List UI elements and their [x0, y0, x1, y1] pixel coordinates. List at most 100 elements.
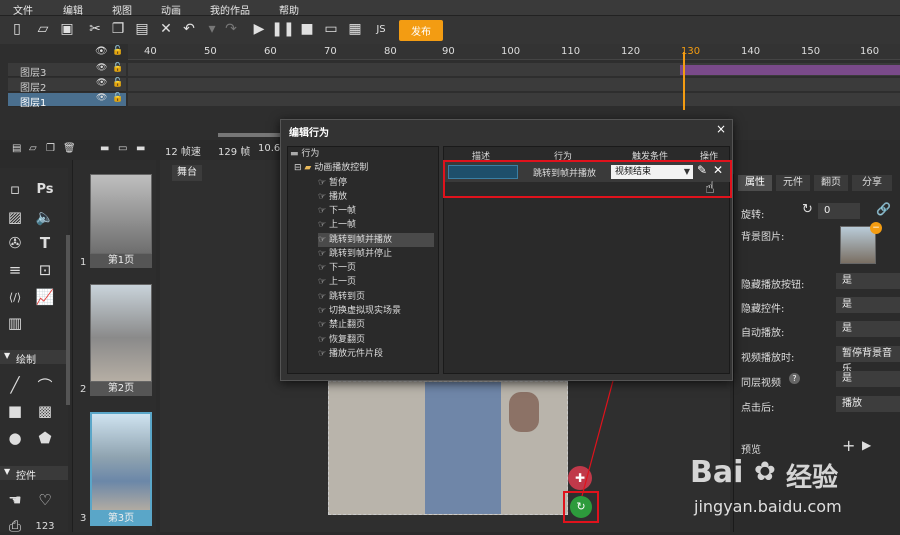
layer-track[interactable]	[128, 78, 900, 92]
copy-layer-icon[interactable]: ❐	[46, 143, 55, 154]
tree-item[interactable]: ☞ 跳转到页	[318, 290, 365, 304]
tool-panel-scrollbar[interactable]	[66, 235, 70, 405]
code-icon[interactable]: ⟨/⟩	[6, 288, 24, 306]
paste-icon[interactable]: ▤	[133, 20, 151, 38]
eye-icon[interactable]: 👁	[96, 78, 107, 88]
image-icon[interactable]: ▨	[6, 208, 24, 226]
play-icon[interactable]: ▶	[250, 20, 268, 38]
eye-icon[interactable]: 👁	[96, 63, 107, 73]
circle-icon[interactable]: ●	[6, 429, 24, 447]
menu-animation[interactable]: 动画	[161, 2, 181, 17]
help-icon[interactable]: ?	[789, 373, 800, 384]
rectangle-icon[interactable]: ■	[6, 402, 24, 420]
delete-icon[interactable]: ✕	[157, 20, 175, 38]
tab-components[interactable]: 元件	[776, 175, 810, 191]
section-controls[interactable]: ▼ 控件	[0, 466, 68, 482]
tree-item[interactable]: ☞ 跳转到帧并停止	[318, 247, 392, 261]
lock-icon[interactable]: 🔓	[112, 78, 123, 88]
tab-pageflip[interactable]: 翻页	[814, 175, 848, 191]
stage-tab[interactable]: 舞台	[172, 165, 202, 181]
align-icon[interactable]: ≡	[6, 261, 24, 279]
tab-properties[interactable]: 属性	[738, 175, 772, 191]
undo-icon[interactable]: ↶	[180, 20, 198, 38]
text-icon[interactable]: T	[36, 234, 54, 252]
frame-icon[interactable]: ▬	[100, 143, 109, 154]
tree-item[interactable]: ☞ 下一帧	[318, 204, 356, 218]
lock-icon[interactable]: 🔓	[112, 46, 123, 56]
layer-row-1[interactable]: 图层1 👁 🔓	[8, 93, 126, 109]
tree-root[interactable]: ▬ 行为	[290, 147, 319, 161]
layer-row-3[interactable]: 图层3 👁 🔓	[8, 63, 126, 79]
rounded-rect-icon[interactable]: ▩	[36, 402, 54, 420]
page-thumb-3[interactable]: 第3页	[90, 412, 152, 526]
js-icon[interactable]: JS	[372, 20, 390, 38]
play-icon[interactable]: ▶	[862, 438, 871, 452]
prop-value[interactable]: 是	[836, 321, 900, 337]
pentagon-icon[interactable]: ⬟	[36, 429, 54, 447]
copy-icon[interactable]: ❐	[109, 20, 127, 38]
frame-icon[interactable]: ▬	[136, 143, 145, 154]
cut-icon[interactable]: ✂	[86, 20, 104, 38]
playhead[interactable]	[683, 52, 685, 110]
eye-icon[interactable]: 👁	[96, 93, 107, 103]
tree-group[interactable]: ⊟ ▰ 动画播放控制	[294, 161, 368, 175]
pointer-icon[interactable]: ▫	[6, 180, 24, 198]
eye-icon[interactable]: 👁	[95, 46, 108, 57]
layer-track[interactable]	[128, 63, 900, 77]
new-file-icon[interactable]: ▯	[8, 20, 26, 38]
tree-item[interactable]: ☞ 切换虚拟现实场景	[318, 304, 401, 318]
curve-icon[interactable]: ⌒	[36, 376, 54, 395]
slideshow-icon[interactable]: ⊡	[36, 261, 54, 279]
prop-value[interactable]: 是	[836, 273, 900, 289]
rotate-icon[interactable]: ↻	[802, 202, 813, 217]
layer-track[interactable]	[128, 93, 900, 107]
film-reel-icon[interactable]: ✇	[6, 234, 24, 252]
remove-icon[interactable]: −	[870, 222, 882, 234]
add-icon[interactable]: +	[842, 436, 855, 455]
undo-dropdown-icon[interactable]: ▾	[203, 20, 221, 38]
tree-item[interactable]: ☞ 恢复翻页	[318, 333, 365, 347]
sound-icon[interactable]: 🔈	[36, 208, 55, 226]
folder-icon[interactable]: ▱	[29, 143, 37, 154]
lock-icon[interactable]: 🔓	[112, 63, 123, 73]
menu-file[interactable]: 文件	[13, 2, 33, 17]
rotation-input[interactable]: 0	[818, 203, 860, 219]
ps-icon[interactable]: Ps	[36, 180, 54, 198]
tree-item[interactable]: ☞ 播放	[318, 190, 347, 204]
tree-item-selected[interactable]: ☞ 跳转到帧并播放	[318, 233, 434, 247]
menu-view[interactable]: 视图	[112, 2, 132, 17]
lock-icon[interactable]: 🔓	[112, 93, 123, 103]
layer-row-2[interactable]: 图层2 👁 🔓	[8, 78, 126, 94]
save-icon[interactable]: ▣	[58, 20, 76, 38]
stage-canvas[interactable]	[328, 381, 568, 515]
menu-edit[interactable]: 编辑	[63, 2, 83, 17]
open-folder-icon[interactable]: ▱	[34, 20, 52, 38]
tree-item[interactable]: ☞ 上一页	[318, 275, 356, 289]
page-thumb-1[interactable]: 第1页	[90, 174, 152, 268]
hand-icon[interactable]: ☚	[6, 491, 24, 509]
qrcode-icon[interactable]: ▦	[346, 20, 364, 38]
page-thumb-2[interactable]: 第2页	[90, 284, 152, 396]
tree-item[interactable]: ☞ 下一页	[318, 261, 356, 275]
pause-icon[interactable]: ❚❚	[271, 20, 294, 38]
stop-icon[interactable]: ■	[298, 20, 316, 38]
barcode-icon[interactable]: ▥	[6, 314, 24, 332]
link-icon[interactable]: 🔗	[876, 202, 891, 216]
print-icon[interactable]: ⎙	[6, 517, 24, 535]
add-layer-icon[interactable]: ▤	[12, 143, 21, 154]
tree-item[interactable]: ☞ 暂停	[318, 176, 347, 190]
publish-button[interactable]: 发布	[399, 20, 443, 41]
tab-share[interactable]: 分享	[852, 175, 892, 191]
prop-value[interactable]: 暂停背景音乐	[836, 346, 900, 375]
menu-help[interactable]: 帮助	[279, 2, 299, 17]
number-icon[interactable]: 123	[35, 517, 54, 535]
redo-icon[interactable]: ↷	[222, 20, 240, 38]
frame-icon[interactable]: ▭	[118, 143, 127, 154]
tree-scrollbar[interactable]	[438, 147, 439, 307]
preview-screen-icon[interactable]: ▭	[322, 20, 340, 38]
prop-value[interactable]: 是	[836, 371, 900, 387]
timeline-ruler[interactable]: 40 50 60 70 80 90 100 110 120 130 140 15…	[128, 44, 900, 60]
dialog-close-icon[interactable]: ×	[716, 122, 726, 136]
chart-icon[interactable]: 📈	[36, 288, 55, 306]
prop-value[interactable]: 是	[836, 297, 900, 313]
